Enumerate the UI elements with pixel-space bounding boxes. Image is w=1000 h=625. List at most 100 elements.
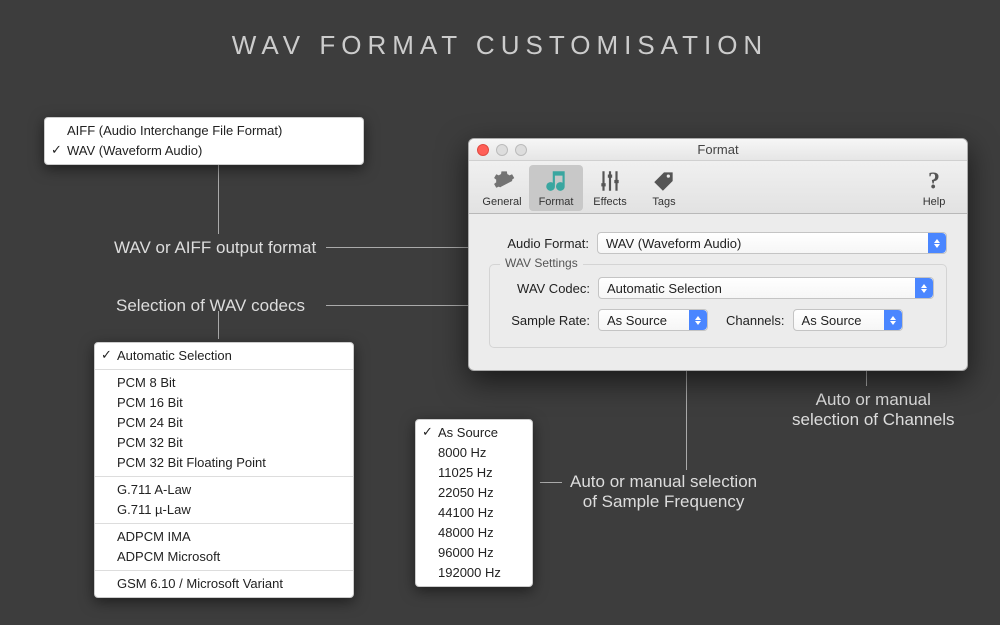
channels-select[interactable]: As Source: [793, 309, 903, 331]
menu-item-label: PCM 24 Bit: [117, 415, 183, 430]
select-value: As Source: [607, 313, 667, 328]
help-icon: ?: [921, 168, 947, 194]
menu-item-label: PCM 16 Bit: [117, 395, 183, 410]
menu-separator: [95, 476, 353, 477]
check-icon: ✓: [101, 346, 112, 364]
close-button[interactable]: [477, 144, 489, 156]
page-title: WAV FORMAT CUSTOMISATION: [0, 0, 1000, 61]
menu-item-label: 192000 Hz: [438, 565, 501, 580]
menu-item-label: GSM 6.10 / Microsoft Variant: [117, 576, 283, 591]
rate-option[interactable]: 22050 Hz: [416, 483, 532, 503]
annotation-codecs: Selection of WAV codecs: [116, 296, 305, 316]
codec-option[interactable]: ADPCM IMA: [95, 527, 353, 547]
rate-option[interactable]: ✓ As Source: [416, 423, 532, 443]
menu-item-label: 48000 Hz: [438, 525, 494, 540]
panel-body: Audio Format: WAV (Waveform Audio) WAV S…: [469, 214, 967, 370]
tab-label: General: [482, 196, 521, 208]
chevron-up-down-icon: [928, 233, 946, 253]
sliders-icon: [597, 168, 623, 194]
codec-option[interactable]: ✓Automatic Selection: [95, 346, 353, 366]
menu-item-label: 11025 Hz: [438, 465, 493, 480]
gear-icon: [489, 168, 515, 194]
connector-line: [218, 311, 219, 339]
menu-separator: [95, 570, 353, 571]
rate-option[interactable]: 11025 Hz: [416, 463, 532, 483]
codec-option[interactable]: PCM 24 Bit: [95, 413, 353, 433]
format-preferences-window: Format General Format Effects Tags ? Hel…: [468, 138, 968, 371]
chevron-up-down-icon: [689, 310, 707, 330]
annotation-sample: Auto or manual selection of Sample Frequ…: [570, 472, 757, 512]
menu-item-label: 44100 Hz: [438, 505, 494, 520]
rate-option[interactable]: 44100 Hz: [416, 503, 532, 523]
codec-popup-menu: ✓Automatic Selection PCM 8 Bit PCM 16 Bi…: [94, 342, 354, 598]
audio-format-select[interactable]: WAV (Waveform Audio): [597, 232, 947, 254]
rate-option[interactable]: 48000 Hz: [416, 523, 532, 543]
codec-option[interactable]: PCM 16 Bit: [95, 393, 353, 413]
select-value: Automatic Selection: [607, 281, 722, 296]
sample-rate-select[interactable]: As Source: [598, 309, 708, 331]
connector-line: [218, 164, 219, 234]
tab-label: Tags: [652, 196, 675, 208]
minimize-button[interactable]: [496, 144, 508, 156]
menu-item-label: AIFF (Audio Interchange File Format): [67, 123, 282, 138]
rate-option[interactable]: 8000 Hz: [416, 443, 532, 463]
tag-icon: [651, 168, 677, 194]
menu-item-label: PCM 8 Bit: [117, 375, 176, 390]
rate-option[interactable]: 192000 Hz: [416, 563, 532, 583]
codec-option[interactable]: G.711 A-Law: [95, 480, 353, 500]
menu-separator: [95, 523, 353, 524]
audio-format-label: Audio Format:: [489, 236, 597, 251]
help-button[interactable]: ? Help: [907, 165, 961, 211]
menu-item-label: PCM 32 Bit Floating Point: [117, 455, 266, 470]
menu-item-label: PCM 32 Bit: [117, 435, 183, 450]
codec-option[interactable]: PCM 8 Bit: [95, 373, 353, 393]
window-toolbar: General Format Effects Tags ? Help: [469, 161, 967, 214]
tab-effects[interactable]: Effects: [583, 165, 637, 211]
menu-separator: [95, 369, 353, 370]
select-value: WAV (Waveform Audio): [606, 236, 741, 251]
menu-item-label: WAV (Waveform Audio): [67, 143, 202, 158]
menu-item-label: ADPCM IMA: [117, 529, 191, 544]
zoom-button[interactable]: [515, 144, 527, 156]
menu-item-label: 96000 Hz: [438, 545, 494, 560]
window-title: Format: [697, 142, 738, 157]
channels-label: Channels:: [726, 313, 785, 328]
wav-codec-label: WAV Codec:: [502, 281, 598, 296]
annotation-output-format: WAV or AIFF output format: [114, 238, 316, 258]
connector-line: [540, 482, 562, 483]
connector-line: [326, 305, 486, 306]
wav-codec-select[interactable]: Automatic Selection: [598, 277, 934, 299]
music-note-icon: [543, 168, 569, 194]
tab-label: Format: [539, 196, 574, 208]
sample-rate-label: Sample Rate:: [502, 313, 598, 328]
format-option-wav[interactable]: ✓ WAV (Waveform Audio): [45, 141, 363, 161]
codec-option[interactable]: ADPCM Microsoft: [95, 547, 353, 567]
rate-option[interactable]: 96000 Hz: [416, 543, 532, 563]
connector-line: [326, 247, 486, 248]
check-icon: ✓: [422, 423, 433, 441]
check-icon: ✓: [51, 141, 62, 159]
tab-format[interactable]: Format: [529, 165, 583, 211]
svg-text:?: ?: [928, 169, 940, 194]
menu-item-label: G.711 µ-Law: [117, 502, 191, 517]
menu-item-label: As Source: [438, 425, 498, 440]
codec-option[interactable]: G.711 µ-Law: [95, 500, 353, 520]
codec-option[interactable]: PCM 32 Bit: [95, 433, 353, 453]
format-option-aiff[interactable]: AIFF (Audio Interchange File Format): [45, 121, 363, 141]
chevron-up-down-icon: [915, 278, 933, 298]
select-value: As Source: [802, 313, 862, 328]
chevron-up-down-icon: [884, 310, 902, 330]
format-popup-menu: AIFF (Audio Interchange File Format) ✓ WA…: [44, 117, 364, 165]
codec-option[interactable]: GSM 6.10 / Microsoft Variant: [95, 574, 353, 594]
tab-label: Effects: [593, 196, 626, 208]
window-titlebar: Format: [469, 139, 967, 161]
menu-item-label: ADPCM Microsoft: [117, 549, 220, 564]
help-label: Help: [923, 196, 946, 208]
menu-item-label: G.711 A-Law: [117, 482, 191, 497]
codec-option[interactable]: PCM 32 Bit Floating Point: [95, 453, 353, 473]
sample-rate-popup-menu: ✓ As Source 8000 Hz 11025 Hz 22050 Hz 441…: [415, 419, 533, 587]
tab-tags[interactable]: Tags: [637, 165, 691, 211]
wav-settings-group: WAV Settings WAV Codec: Automatic Select…: [489, 264, 947, 348]
group-title: WAV Settings: [500, 256, 583, 270]
tab-general[interactable]: General: [475, 165, 529, 211]
